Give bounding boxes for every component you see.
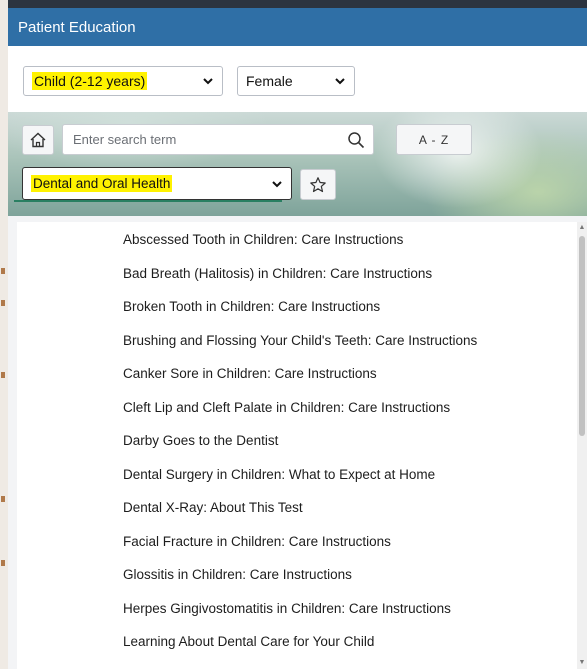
article-link[interactable]: Brushing and Flossing Your Child's Teeth… <box>123 333 477 348</box>
chevron-down-icon <box>335 78 345 85</box>
article-link[interactable]: Canker Sore in Children: Care Instructio… <box>123 366 377 381</box>
category-select[interactable]: Dental and Oral Health <box>22 167 292 200</box>
article-link[interactable]: Bad Breath (Halitosis) in Children: Care… <box>123 266 432 281</box>
sex-select[interactable]: Female <box>237 66 355 96</box>
age-group-select[interactable]: Child (2-12 years) <box>23 66 223 96</box>
dialog-titlebar: Patient Education <box>8 8 587 46</box>
article-link[interactable]: Glossitis in Children: Care Instructions <box>123 567 352 582</box>
article-link[interactable]: Darby Goes to the Dentist <box>123 433 278 448</box>
star-icon <box>310 176 326 192</box>
sex-value: Female <box>246 73 293 89</box>
list-scrollbar[interactable]: ▲ ▼ <box>577 222 587 669</box>
search-panel: A - Z Dental and Oral Health <box>8 112 587 216</box>
scroll-down-arrow[interactable]: ▼ <box>578 659 586 667</box>
age-group-value: Child (2-12 years) <box>32 72 148 90</box>
article-list-panel: Abscessed Tooth in Children: Care Instru… <box>17 222 587 669</box>
category-value: Dental and Oral Health <box>31 175 173 192</box>
scroll-thumb[interactable] <box>579 236 585 436</box>
search-icon <box>348 131 365 148</box>
article-link[interactable]: Abscessed Tooth in Children: Care Instru… <box>123 232 403 247</box>
article-link[interactable]: Facial Fracture in Children: Care Instru… <box>123 534 391 549</box>
home-icon <box>30 132 46 148</box>
article-link[interactable]: Broken Tooth in Children: Care Instructi… <box>123 299 380 314</box>
home-button[interactable] <box>22 125 54 155</box>
background-app-strip <box>0 0 587 8</box>
category-underline <box>14 200 282 202</box>
chevron-down-icon <box>272 180 282 187</box>
article-link[interactable]: Herpes Gingivostomatitis in Children: Ca… <box>123 601 451 616</box>
chevron-down-icon <box>203 78 213 85</box>
dialog-title: Patient Education <box>18 18 136 36</box>
a-z-label: A - Z <box>418 132 450 147</box>
search-button[interactable] <box>339 125 373 154</box>
article-link[interactable]: Cleft Lip and Cleft Palate in Children: … <box>123 400 450 415</box>
background-app-edge <box>0 0 8 669</box>
demographic-filters: Child (2-12 years) Female <box>8 46 587 112</box>
a-z-button[interactable]: A - Z <box>396 124 472 155</box>
favorite-button[interactable] <box>300 169 336 200</box>
article-link[interactable]: Dental X-Ray: About This Test <box>123 500 303 515</box>
scroll-up-arrow[interactable]: ▲ <box>578 224 586 232</box>
article-link[interactable]: Dental Surgery in Children: What to Expe… <box>123 467 435 482</box>
search-field <box>62 124 374 155</box>
search-input[interactable] <box>63 126 339 153</box>
article-link[interactable]: Learning About Dental Care for Your Chil… <box>123 634 374 649</box>
patient-education-dialog: Patient Education Child (2-12 years) Fem… <box>8 8 587 669</box>
